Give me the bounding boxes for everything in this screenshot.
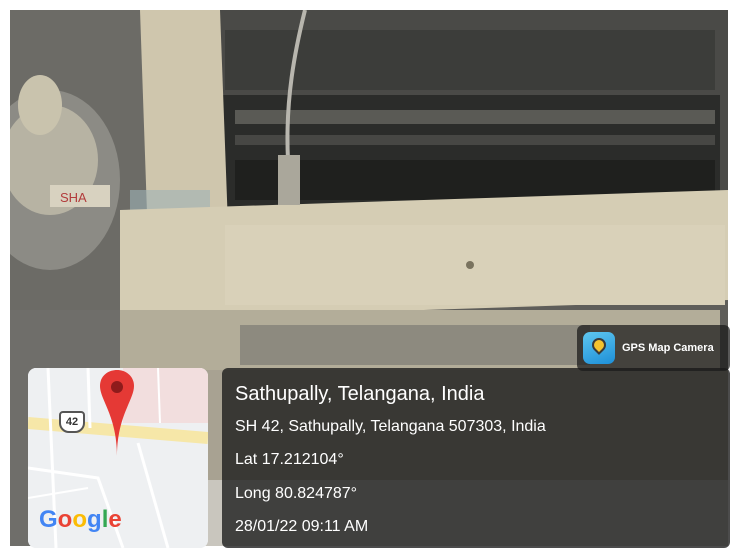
timestamp-value: 28/01/22 09:11 AM (235, 518, 369, 535)
app-name-label: GPS Map Camera (622, 342, 714, 354)
location-title: Sathupally, Telangana, India (235, 383, 485, 405)
location-address: SH 42, Sathupally, Telangana 507303, Ind… (235, 418, 546, 435)
sticker-text: SHA (60, 190, 87, 205)
latitude-value: Lat 17.212104° (235, 451, 344, 468)
gps-map-camera-badge: GPS Map Camera (577, 325, 730, 371)
longitude-value: Long 80.824787° (235, 485, 358, 502)
google-logo: Google (39, 506, 122, 533)
road-shield-42: 42 (59, 411, 85, 433)
map-thumbnail[interactable]: 42 Google (28, 368, 208, 548)
gps-camera-app-icon (583, 332, 615, 364)
location-info-card: Sathupally, Telangana, India SH 42, Sath… (222, 368, 730, 548)
